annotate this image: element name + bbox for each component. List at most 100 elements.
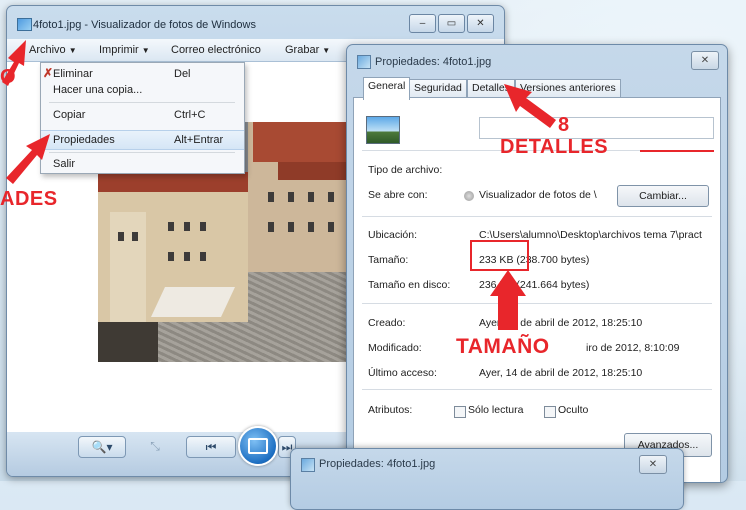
- photo-window: [184, 252, 190, 261]
- solo-lectura-checkbox[interactable]: [454, 406, 466, 418]
- menu-separator: [49, 102, 235, 103]
- ubicacion-label: Ubicación:: [368, 229, 418, 241]
- menu-item-label: Eliminar: [53, 68, 93, 80]
- properties-dialog-secondary: Propiedades: 4foto1.jpg ✕: [290, 448, 684, 510]
- photo-window: [308, 222, 314, 232]
- chevron-down-icon: ▼: [322, 46, 331, 55]
- dialog2-close-button[interactable]: ✕: [639, 455, 667, 474]
- previous-button[interactable]: ⏮: [186, 436, 236, 458]
- menu-item-hacer-copia[interactable]: Hacer una copia...: [41, 81, 244, 99]
- photo-window: [200, 222, 206, 231]
- photo-window: [268, 222, 274, 232]
- slideshow-button[interactable]: [238, 426, 278, 466]
- tab-versiones-anteriores[interactable]: Versiones anteriores: [515, 79, 621, 99]
- properties-app-icon: [357, 55, 371, 69]
- divider: [362, 303, 712, 304]
- menu-imprimir-label: Imprimir: [99, 44, 139, 56]
- annotation-detalles-label: DETALLES: [500, 136, 609, 158]
- menu-imprimir[interactable]: Imprimir ▼: [99, 44, 150, 56]
- creado-label: Creado:: [368, 317, 406, 329]
- maximize-button[interactable]: ▭: [438, 14, 465, 33]
- photo-window: [118, 232, 124, 241]
- photo-window: [288, 222, 294, 232]
- fit-window-icon[interactable]: ⤡: [140, 436, 170, 456]
- menu-item-salir[interactable]: Salir: [41, 155, 244, 173]
- menu-item-shortcut: Del: [174, 68, 191, 80]
- photo-building: [110, 212, 146, 322]
- archivo-dropdown-menu: ✗ Eliminar Del Hacer una copia... Copiar…: [40, 62, 245, 174]
- minimize-button[interactable]: –: [409, 14, 436, 33]
- annotation-tamano-label: TAMAÑO: [456, 335, 550, 358]
- divider: [362, 389, 712, 390]
- photo-window: [200, 252, 206, 261]
- menu-grabar-label: Grabar: [285, 44, 320, 56]
- image-file-icon: [366, 116, 400, 144]
- menu-item-propiedades[interactable]: Propiedades Alt+Entrar: [41, 130, 244, 150]
- tamano-highlight-box: [470, 240, 529, 271]
- menu-archivo-label: Archivo: [29, 44, 66, 56]
- annotation-left-bottom: ADES: [0, 188, 58, 210]
- menu-item-shortcut: Alt+Entrar: [174, 134, 224, 146]
- close-button[interactable]: ✕: [467, 14, 494, 33]
- photo-window: [168, 252, 174, 261]
- se-abre-con-value: Visualizador de fotos de \: [479, 189, 597, 201]
- tamano-disco-label: Tamaño en disco:: [368, 279, 451, 291]
- tamano-disco-value: 236 KB (241.664 bytes): [479, 279, 590, 291]
- atributos-label: Atributos:: [368, 404, 413, 416]
- menu-item-copiar[interactable]: Copiar Ctrl+C: [41, 106, 244, 124]
- se-abre-con-label: Se abre con:: [368, 189, 428, 201]
- photo-window: [308, 192, 314, 202]
- menu-correo[interactable]: Correo electrónico: [171, 44, 261, 56]
- photo-window: [184, 222, 190, 231]
- menu-separator: [49, 152, 235, 153]
- annotation-left-top: O: [0, 66, 17, 88]
- oculto-label: Oculto: [558, 404, 589, 416]
- delete-x-icon: ✗: [43, 66, 54, 80]
- tamano-label: Tamaño:: [368, 254, 409, 266]
- window-controls: – ▭ ✕: [409, 14, 494, 33]
- photo-window: [268, 192, 274, 202]
- cambiar-button[interactable]: Cambiar...: [617, 185, 709, 207]
- tipo-archivo-label: Tipo de archivo:: [368, 164, 443, 176]
- menu-archivo[interactable]: Archivo ▼: [29, 44, 77, 56]
- tab-general[interactable]: General: [363, 77, 411, 100]
- menu-item-label: Copiar: [53, 109, 86, 121]
- photo-shadow: [98, 322, 158, 362]
- chevron-down-icon: ▼: [141, 46, 150, 55]
- chevron-down-icon: ▼: [68, 46, 77, 55]
- photo-roof: [98, 172, 248, 192]
- ultimo-acceso-label: Último acceso:: [368, 367, 437, 379]
- menu-grabar[interactable]: Grabar ▼: [285, 44, 330, 56]
- slideshow-icon: [248, 438, 268, 454]
- photo-window: [328, 192, 334, 202]
- photo-viewer-small-icon: [464, 191, 474, 201]
- photo-window: [328, 222, 334, 232]
- tab-detalles[interactable]: Detalles: [467, 79, 515, 99]
- properties-dialog: Propiedades: 4foto1.jpg ✕ General Seguri…: [346, 44, 728, 483]
- viewer-title: 4foto1.jpg - Visualizador de fotos de Wi…: [33, 19, 256, 31]
- menu-item-label: Propiedades: [53, 134, 115, 146]
- modificado-label: Modificado:: [368, 342, 422, 354]
- menu-correo-label: Correo electrónico: [171, 44, 261, 56]
- solo-lectura-label: Sólo lectura: [468, 404, 524, 416]
- menu-item-label: Salir: [53, 158, 76, 170]
- creado-value: Ayer, 14 de abril de 2012, 18:25:10: [479, 317, 643, 329]
- oculto-checkbox[interactable]: [544, 406, 556, 418]
- tab-seguridad[interactable]: Seguridad: [409, 79, 467, 99]
- photo-roof: [278, 162, 346, 180]
- dialog-title: Propiedades: 4foto1.jpg: [375, 56, 492, 68]
- photo-window: [288, 192, 294, 202]
- photo-roof: [253, 122, 346, 162]
- zoom-button[interactable]: 🔍▾: [78, 436, 126, 458]
- annotation-detalles-number: 8: [558, 114, 570, 136]
- ultimo-acceso-value: Ayer, 14 de abril de 2012, 18:25:10: [479, 367, 643, 379]
- modificado-value: iro de 2012, 8:10:09: [586, 342, 680, 354]
- properties-app-icon: [301, 458, 315, 472]
- photo-awning: [151, 287, 235, 317]
- annotation-detalles-line: [640, 150, 714, 152]
- menu-item-label: Hacer una copia...: [53, 84, 143, 96]
- divider: [362, 216, 712, 217]
- dialog-close-button[interactable]: ✕: [691, 51, 719, 70]
- photo-window: [168, 222, 174, 231]
- photo-viewer-app-icon: [17, 18, 32, 31]
